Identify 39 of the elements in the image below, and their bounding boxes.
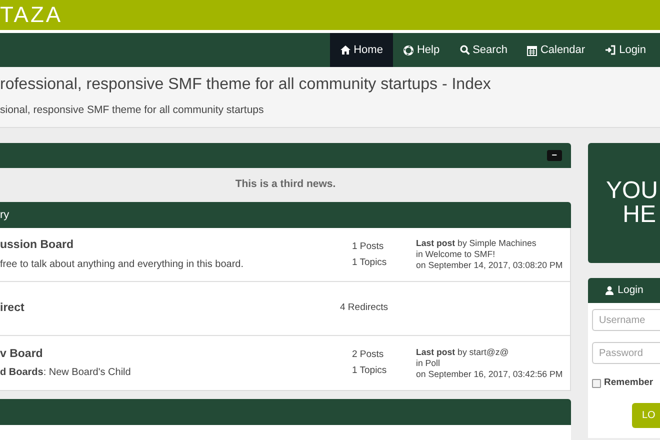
nav-tab[interactable]: Calendar <box>517 33 596 67</box>
nav-tab[interactable]: Search <box>450 33 518 67</box>
topic-count: 1 Topics <box>352 364 388 378</box>
topic-count: 1 Topics <box>352 256 388 270</box>
nav-tab[interactable]: Login <box>595 33 656 67</box>
nav-tab[interactable]: Home <box>330 33 393 67</box>
last-post-author: Last post by start@z@ <box>416 346 510 358</box>
collapse-button[interactable]: − <box>546 150 562 161</box>
board-name[interactable]: v Board <box>0 346 352 364</box>
category-title: ry <box>0 208 10 223</box>
nav-tab[interactable]: Help <box>392 33 450 67</box>
post-count: 1 Posts <box>352 240 385 254</box>
remember-label: Remember <box>604 376 654 390</box>
login-title: Login <box>618 282 644 298</box>
board-name[interactable]: ussion Board <box>0 237 352 255</box>
user-icon <box>604 286 614 295</box>
board-description: free to talk about anything and everything in this board. <box>0 258 244 272</box>
ad-text: YOU <box>606 179 658 203</box>
post-count: 2 Posts <box>352 348 385 362</box>
sign-in-icon <box>605 45 616 55</box>
calendar-icon <box>527 44 538 56</box>
lifebuoy-icon <box>402 44 414 56</box>
redirect-count: 4 Redirects <box>340 302 388 314</box>
remember-checkbox[interactable] <box>592 378 601 388</box>
last-post-date: on September 14, 2017, 03:08:20 PM <box>416 260 564 271</box>
last-post-date: on September 16, 2017, 03:42:56 PM <box>416 368 564 380</box>
ad-text: HE <box>622 203 657 227</box>
page-title: rofessional, responsive SMF theme for all community startups - Index <box>0 75 492 95</box>
home-icon <box>340 45 351 55</box>
username-field[interactable]: Username <box>592 309 660 331</box>
last-post-topic[interactable]: in Poll <box>416 358 570 368</box>
last-post-author: Last post by Simple Machines <box>416 238 538 249</box>
board-name[interactable]: irect <box>0 300 340 318</box>
password-field[interactable]: Password <box>592 342 660 364</box>
board-description: d Boards: New Board's Child <box>0 366 132 380</box>
search-icon <box>460 45 470 55</box>
page-subtitle: sional, responsive SMF theme for all community startups <box>0 103 265 118</box>
news-text: This is a third news. <box>234 177 337 192</box>
last-post-topic[interactable]: in Welcome to SMF! <box>416 249 570 260</box>
